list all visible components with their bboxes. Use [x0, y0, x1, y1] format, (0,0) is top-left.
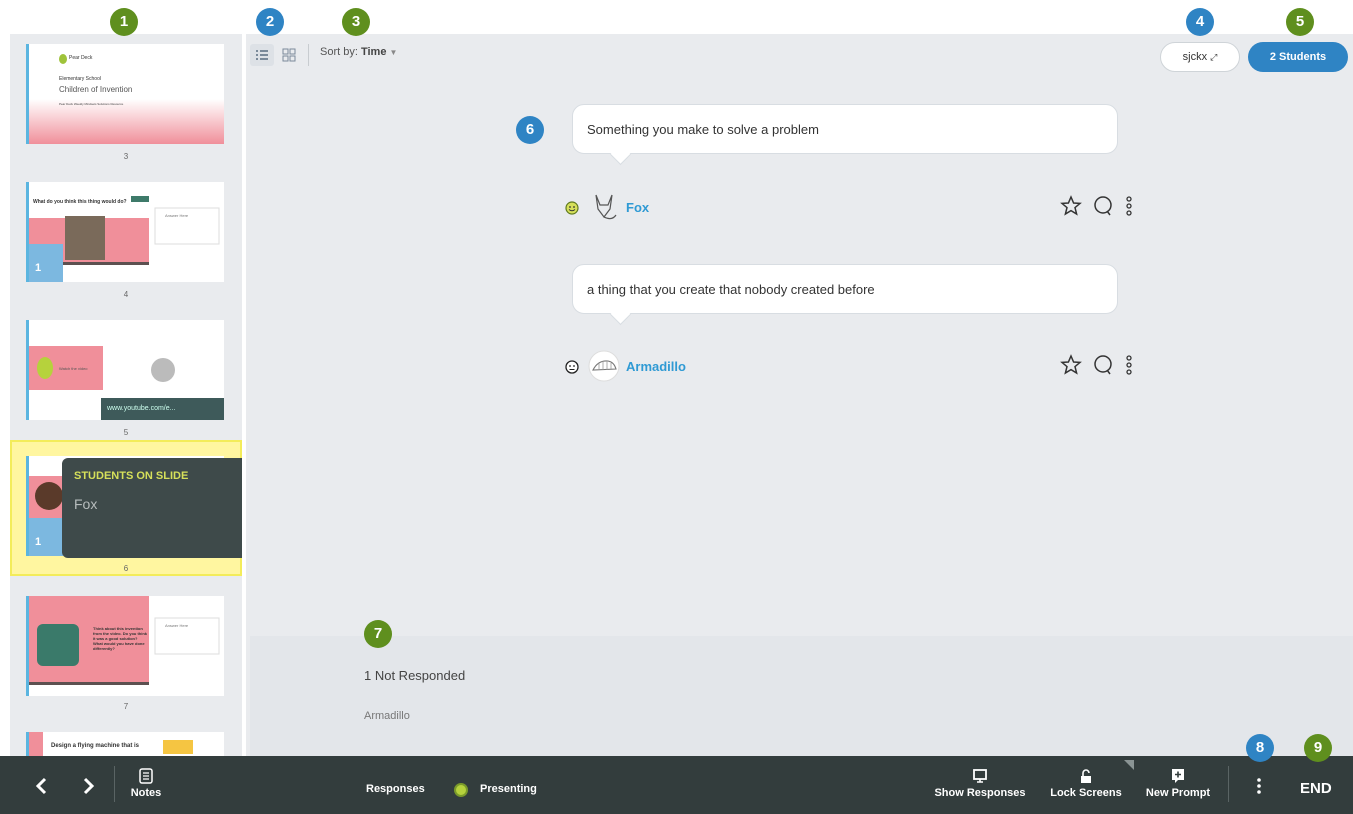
responses-panel: Sort by: Time ▼ sjckx ⤢ 2 Students Somet… — [246, 34, 1353, 756]
slide-4-answer-label: Answer Here — [165, 213, 189, 218]
slide-number: 6 — [123, 564, 129, 573]
slide-number: 5 — [123, 428, 129, 437]
slide-5-link: www.youtube.com/e... — [107, 405, 176, 412]
students-on-slide-tooltip: STUDENTS ON SLIDE Fox — [62, 458, 242, 558]
not-responded-student[interactable]: Armadillo — [364, 710, 410, 722]
slide-thumbnail-5[interactable]: Watch the video www.youtube.com/e... — [26, 320, 224, 420]
slide-3-brand: Pear Deck — [69, 55, 93, 61]
happy-face-icon — [565, 201, 579, 215]
slide-thumbnail-8[interactable]: Design a flying machine that is — [26, 732, 224, 756]
more-vertical-icon[interactable] — [1124, 354, 1134, 376]
response-text: Something you make to solve a problem — [587, 121, 819, 137]
chevron-down-icon: ▼ — [389, 48, 398, 57]
corner-arrow-icon — [1124, 760, 1134, 770]
sort-value: Time — [360, 46, 387, 58]
slide-4-title: What do you think this thing would do? — [33, 199, 127, 205]
slide-3-preview — [29, 54, 224, 144]
slide-sidebar[interactable]: Pear Deck Elementary School Children of … — [10, 34, 242, 756]
presenting-status-icon — [454, 783, 468, 797]
new-prompt-label: New Prompt — [1145, 787, 1211, 799]
previous-slide-button[interactable] — [34, 777, 48, 795]
app-root: Pear Deck Elementary School Children of … — [0, 0, 1353, 814]
marker-2: 2 — [256, 8, 284, 36]
not-responded-section: 1 Not Responded Armadillo — [250, 636, 1353, 756]
response-author-row: Fox — [564, 191, 1134, 225]
show-responses-label: Show Responses — [934, 787, 1026, 799]
slide-3-title: Children of Invention — [59, 85, 133, 94]
list-view-button[interactable] — [250, 44, 274, 66]
new-prompt-icon — [1172, 769, 1184, 783]
slide-number: 7 — [123, 702, 129, 711]
end-session-button[interactable]: END — [1300, 780, 1332, 797]
student-count: 1 — [35, 262, 42, 274]
sort-label: Sort by: — [320, 46, 358, 58]
unlock-icon — [1081, 769, 1091, 783]
response-text: a thing that you create that nobody crea… — [587, 281, 875, 297]
marker-3: 3 — [342, 8, 370, 36]
student-name-link[interactable]: Fox — [626, 200, 649, 215]
slide-7-question: Think about this invention from the vide… — [93, 626, 148, 651]
marker-4: 4 — [1186, 8, 1214, 36]
slide-thumbnail-7[interactable]: Think about this invention from the vide… — [26, 596, 224, 696]
show-responses-button[interactable]: Show Responses — [934, 768, 1026, 799]
grid-view-button[interactable] — [280, 46, 298, 64]
lock-screens-label: Lock Screens — [1050, 787, 1122, 799]
comment-icon[interactable] — [1092, 354, 1114, 376]
projector-icon — [973, 769, 987, 783]
bottom-toolbar: Notes Responses Presenting Show Response… — [0, 756, 1353, 814]
slide-7-answer-label: Answer Here — [165, 623, 189, 628]
toolbar-divider — [308, 44, 309, 66]
presenting-label[interactable]: Presenting — [480, 783, 537, 795]
slide-8-title: Design a flying machine that is — [51, 743, 140, 749]
notes-button[interactable]: Notes — [128, 768, 164, 799]
marker-1: 1 — [110, 8, 138, 36]
slide-number: 3 — [123, 152, 129, 161]
neutral-face-icon — [565, 360, 579, 374]
response-actions — [1060, 354, 1134, 376]
slide-thumbnail-3[interactable]: Pear Deck Elementary School Children of … — [26, 44, 224, 144]
student-count: 1 — [35, 536, 42, 548]
response-actions — [1060, 195, 1134, 217]
slide-3-subtitle: Elementary School — [59, 76, 101, 82]
notes-icon — [139, 768, 153, 784]
tooltip-heading: STUDENTS ON SLIDE — [74, 470, 189, 482]
star-icon[interactable] — [1060, 195, 1082, 217]
join-code: sjckx — [1182, 51, 1208, 63]
responses-tab[interactable]: Responses — [366, 783, 425, 795]
next-slide-button[interactable] — [82, 777, 96, 795]
join-code-button[interactable]: sjckx ⤢ — [1160, 42, 1240, 72]
new-prompt-button[interactable]: New Prompt — [1142, 768, 1214, 799]
slide-number: 4 — [123, 290, 129, 299]
student-name-link[interactable]: Armadillo — [626, 359, 686, 374]
slide-3-footer: Pear Deck Weekly Mindsets Solutions Reso… — [59, 102, 124, 106]
comment-icon[interactable] — [1092, 195, 1114, 217]
grid-icon — [282, 48, 296, 62]
fox-avatar-icon — [595, 194, 617, 220]
lock-screens-button[interactable]: Lock Screens — [1046, 768, 1126, 799]
toolbar-divider — [114, 766, 115, 802]
toolbar-divider — [1228, 766, 1229, 802]
marker-5: 5 — [1286, 8, 1314, 36]
marker-9: 9 — [1304, 734, 1332, 762]
not-responded-count: 1 Not Responded — [364, 668, 466, 683]
expand-icon: ⤢ — [1210, 52, 1218, 62]
star-icon[interactable] — [1060, 354, 1082, 376]
response-bubble: Something you make to solve a problem — [572, 104, 1118, 154]
response-author-row: Armadillo — [564, 350, 1134, 384]
marker-8: 8 — [1246, 734, 1274, 762]
response-bubble: a thing that you create that nobody crea… — [572, 264, 1118, 314]
students-button[interactable]: 2 Students — [1248, 42, 1348, 72]
marker-6: 6 — [516, 116, 544, 144]
list-icon — [256, 50, 268, 60]
marker-7: 7 — [364, 620, 392, 648]
more-vertical-icon[interactable] — [1124, 195, 1134, 217]
slide-thumbnail-4[interactable]: What do you think this thing would do? A… — [26, 182, 224, 282]
more-vertical-icon[interactable] — [1254, 776, 1264, 796]
notes-label: Notes — [130, 787, 162, 799]
slide-5-caption: Watch the video — [59, 366, 88, 371]
sort-dropdown[interactable]: Sort by: Time ▼ — [320, 46, 397, 58]
tooltip-student: Fox — [74, 496, 98, 512]
armadillo-avatar-icon — [588, 350, 620, 382]
